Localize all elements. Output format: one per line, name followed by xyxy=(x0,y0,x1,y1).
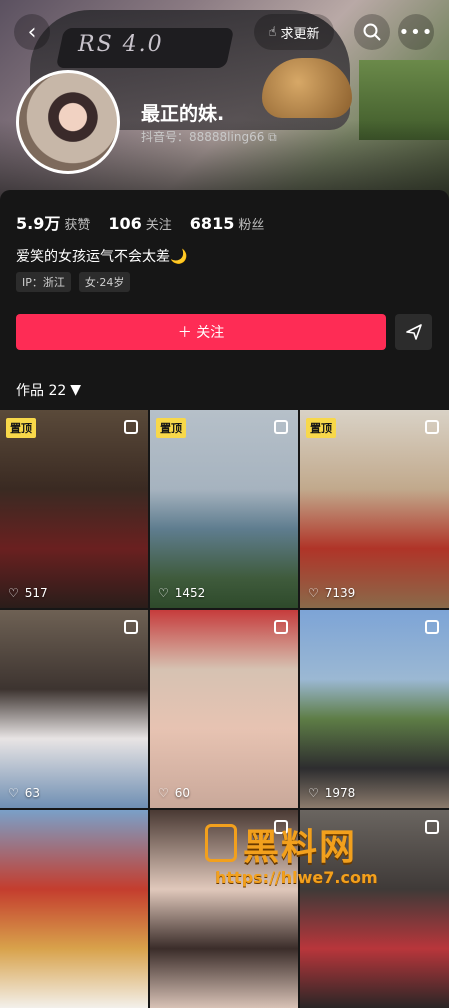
work-item[interactable]: ♡ 60 xyxy=(150,610,298,808)
stat-followers[interactable]: 6815 粉丝 xyxy=(190,214,265,233)
work-item[interactable]: ♡ 63 xyxy=(0,610,148,808)
pinned-badge: 置顶 xyxy=(6,418,36,438)
share-button[interactable] xyxy=(395,314,432,350)
request-update-label: 求更新 xyxy=(280,26,320,42)
watermark-logo-icon xyxy=(205,824,237,862)
gender-age-tag: 女·24岁 xyxy=(78,272,131,292)
douyin-id[interactable]: 抖音号：88888ling66 ⧉ xyxy=(141,128,277,145)
back-icon: ‹ xyxy=(27,19,37,45)
work-item[interactable]: 置顶 ♡ 517 xyxy=(0,410,148,608)
likes-count: ♡ 7139 xyxy=(308,586,355,600)
copy-icon[interactable]: ⧉ xyxy=(268,130,277,144)
stat-following[interactable]: 106 关注 xyxy=(108,214,171,233)
likes-count: ♡ 60 xyxy=(158,786,190,800)
stat-followers-value: 6815 xyxy=(189,214,235,233)
profile-name: 最正的妹. xyxy=(141,103,225,125)
multi-image-icon xyxy=(124,620,138,634)
more-button[interactable]: ••• xyxy=(398,14,434,50)
follow-button[interactable]: ＋ 关注 xyxy=(16,314,386,350)
chevron-down-icon: ▼ xyxy=(70,382,82,398)
stat-likes-label: 获赞 xyxy=(64,218,91,233)
profile-tags: IP：浙江 女·24岁 xyxy=(16,272,131,292)
multi-image-icon xyxy=(124,420,138,434)
works-label: 作品 22 xyxy=(16,383,67,399)
heart-icon: ♡ xyxy=(308,586,319,600)
likes-count: ♡ 1452 xyxy=(158,586,205,600)
likes-value: 1978 xyxy=(324,786,356,800)
site-watermark: 黑料网 https://hlwe7.com xyxy=(205,816,445,906)
watermark-url: https://hlwe7.com xyxy=(215,868,378,887)
pinned-badge: 置顶 xyxy=(156,418,186,438)
multi-image-icon xyxy=(274,620,288,634)
likes-count: ♡ 1978 xyxy=(308,786,355,800)
search-icon xyxy=(363,23,381,41)
follow-label: ＋ 关注 xyxy=(177,325,225,341)
works-grid: 置顶 ♡ 517 置顶 ♡ 1452 置顶 ♡ 7139 ♡ 63 ♡ 60 ♡ 1978 xyxy=(0,410,449,1008)
work-item[interactable]: 置顶 ♡ 7139 xyxy=(300,410,449,608)
stat-following-value: 106 xyxy=(108,214,142,233)
cover-text: RS 4.0 xyxy=(78,32,164,57)
heart-icon: ♡ xyxy=(158,786,169,800)
multi-image-icon xyxy=(274,420,288,434)
pinned-badge: 置顶 xyxy=(306,418,336,438)
stat-likes-value: 5.9万 xyxy=(16,214,61,233)
work-item[interactable] xyxy=(0,810,148,1008)
heart-icon: ♡ xyxy=(158,586,169,600)
likes-value: 517 xyxy=(24,586,48,600)
stat-following-label: 关注 xyxy=(145,218,172,233)
work-item[interactable]: ♡ 1978 xyxy=(300,610,449,808)
stat-likes[interactable]: 5.9万 获赞 xyxy=(16,210,90,234)
request-update-button[interactable]: ☝ 求更新 xyxy=(254,14,334,50)
watermark-title: 黑料网 xyxy=(243,827,358,868)
search-button[interactable] xyxy=(354,14,390,50)
heart-icon: ♡ xyxy=(308,786,319,800)
douyin-id-text: 抖音号：88888ling66 xyxy=(141,130,265,144)
work-item[interactable]: 置顶 ♡ 1452 xyxy=(150,410,298,608)
profile-stats: 5.9万 获赞 106 关注 6815 粉丝 xyxy=(16,210,264,234)
multi-image-icon xyxy=(425,620,439,634)
hand-icon: ☝ xyxy=(268,24,277,40)
likes-value: 1452 xyxy=(174,586,206,600)
ip-tag: IP：浙江 xyxy=(16,272,71,292)
avatar[interactable] xyxy=(16,70,120,174)
heart-icon: ♡ xyxy=(8,586,19,600)
likes-count: ♡ 63 xyxy=(8,786,40,800)
stat-followers-label: 粉丝 xyxy=(238,218,265,233)
multi-image-icon xyxy=(425,420,439,434)
back-button[interactable]: ‹ xyxy=(14,14,50,50)
likes-value: 7139 xyxy=(324,586,356,600)
likes-value: 60 xyxy=(174,786,191,800)
more-icon: ••• xyxy=(398,21,434,43)
heart-icon: ♡ xyxy=(8,786,19,800)
profile-bio: 爱笑的女孩运气不会太差🌙 xyxy=(16,249,188,265)
send-icon xyxy=(405,324,422,340)
likes-count: ♡ 517 xyxy=(8,586,48,600)
likes-value: 63 xyxy=(24,786,41,800)
works-tab[interactable]: 作品 22 ▼ xyxy=(16,380,81,400)
